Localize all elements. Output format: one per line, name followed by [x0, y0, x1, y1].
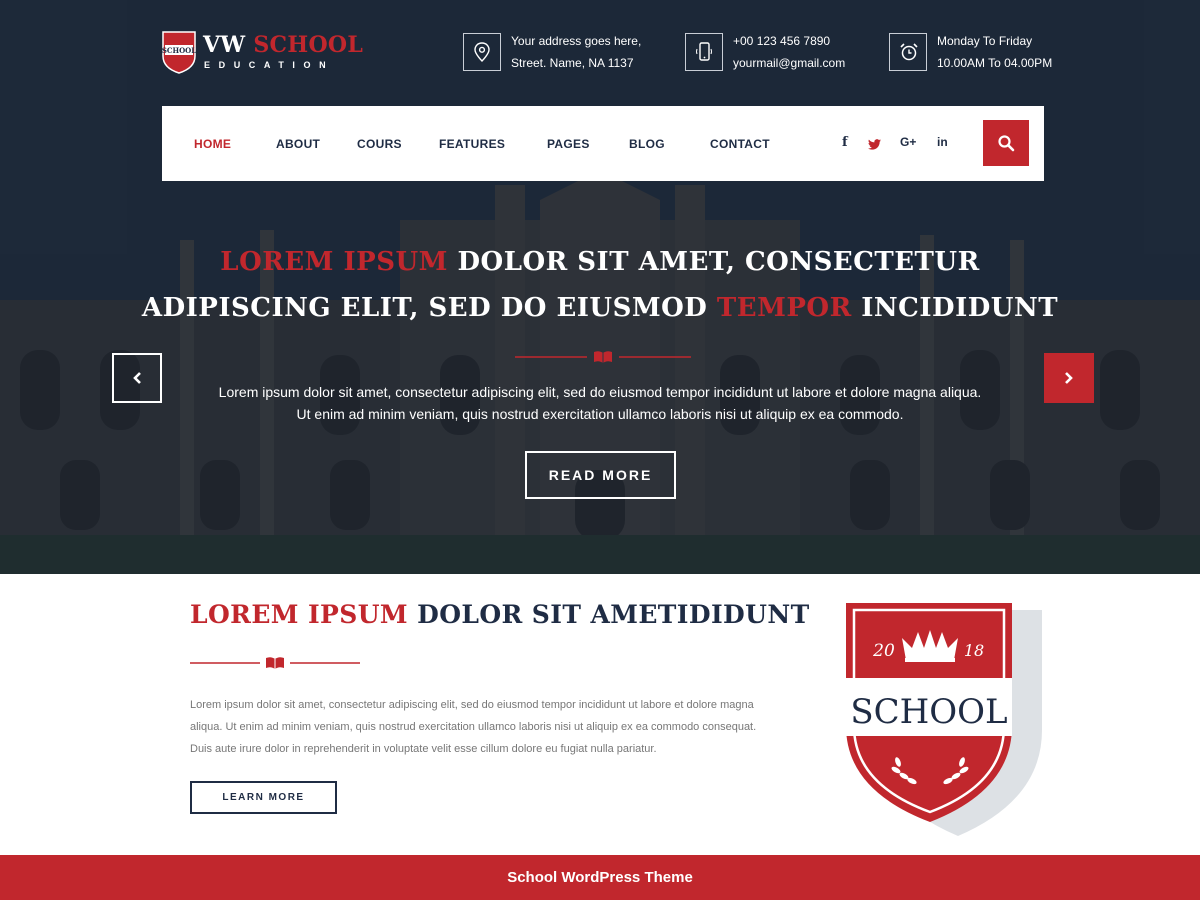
nav-item-cours[interactable]: COURS: [357, 137, 402, 151]
nav-item-contact[interactable]: CONTACT: [710, 137, 770, 151]
address-info: Your address goes here, Street. Name, NA…: [463, 33, 663, 73]
learn-more-button[interactable]: LEARN MORE: [190, 781, 337, 814]
alarm-clock-icon: [889, 33, 927, 71]
chevron-left-icon: [133, 372, 141, 384]
about-heading: LOREM IPSUM DOLOR SIT AMETIDIDUNT: [190, 600, 810, 629]
hero-paragraph-line-2: Ut enim ad minim veniam, quis nostrud ex…: [296, 406, 904, 422]
footer-bar: School WordPress Theme: [0, 855, 1200, 900]
hours-info: Monday To Friday 10.00AM To 04.00PM: [889, 33, 1069, 73]
read-more-button[interactable]: READ MORE: [525, 451, 676, 499]
nav-item-pages[interactable]: PAGES: [547, 137, 590, 151]
logo-shield-icon: SCHOOL: [162, 31, 196, 74]
slider-next-button[interactable]: [1044, 353, 1094, 403]
hero-heading-line-2: ADIPISCING ELIT, SED DO EIUSMOD TEMPOR I…: [141, 293, 1059, 323]
mobile-phone-icon: [685, 33, 723, 71]
email-address[interactable]: yourmail@gmail.com: [733, 56, 845, 70]
chevron-right-icon: [1065, 372, 1073, 384]
logo-subtitle: EDUCATION: [204, 60, 335, 70]
main-navigation: HOME ABOUT COURS FEATURES PAGES BLOG CON…: [162, 106, 1044, 181]
linkedin-icon[interactable]: in: [937, 135, 948, 149]
nav-item-blog[interactable]: BLOG: [629, 137, 665, 151]
contact-info: +00 123 456 7890 yourmail@gmail.com: [685, 33, 865, 73]
twitter-icon[interactable]: [868, 138, 881, 153]
address-line-2: Street. Name, NA 1137: [511, 56, 634, 70]
location-pin-icon: [463, 33, 501, 71]
logo-title: VW SCHOOL: [203, 32, 364, 58]
nav-item-features[interactable]: FEATURES: [439, 137, 505, 151]
nav-item-about[interactable]: ABOUT: [276, 137, 320, 151]
badge-word: SCHOOL: [850, 692, 1007, 732]
hero-heading-line-1: LOREM IPSUM DOLOR SIT AMET, CONSECTETUR: [220, 247, 980, 277]
google-plus-icon[interactable]: G+: [900, 135, 916, 149]
school-badge: 20 18 SCHOOL: [840, 600, 1050, 840]
nav-item-home[interactable]: HOME: [194, 137, 231, 151]
badge-year-right: 18: [964, 641, 984, 660]
hours-time: 10.00AM To 04.00PM: [937, 56, 1053, 70]
hero-divider-book-icon: [515, 351, 691, 363]
facebook-icon[interactable]: f: [842, 135, 848, 150]
phone-number[interactable]: +00 123 456 7890: [733, 34, 830, 48]
badge-year-left: 20: [872, 641, 895, 661]
about-paragraph-line: Lorem ipsum dolor sit amet, consectetur …: [190, 699, 754, 711]
about-paragraph: Lorem ipsum dolor sit amet, consectetur …: [190, 694, 790, 760]
search-icon: [998, 135, 1015, 152]
footer-text: School WordPress Theme: [507, 869, 693, 886]
hero-paragraph-line-1: Lorem ipsum dolor sit amet, consectetur …: [218, 384, 982, 400]
search-button[interactable]: [983, 120, 1029, 166]
about-paragraph-line: aliqua. Ut enim ad minim veniam, quis no…: [190, 721, 757, 733]
address-line-1: Your address goes here,: [511, 34, 642, 48]
slider-prev-button[interactable]: [112, 353, 162, 403]
hours-days: Monday To Friday: [937, 34, 1033, 48]
about-divider-book-icon: [190, 657, 360, 669]
site-logo[interactable]: SCHOOL VW SCHOOL EDUCATION: [162, 30, 364, 76]
about-paragraph-line: Duis aute irure dolor in reprehenderit i…: [190, 743, 657, 755]
svg-text:SCHOOL: SCHOOL: [162, 46, 196, 55]
